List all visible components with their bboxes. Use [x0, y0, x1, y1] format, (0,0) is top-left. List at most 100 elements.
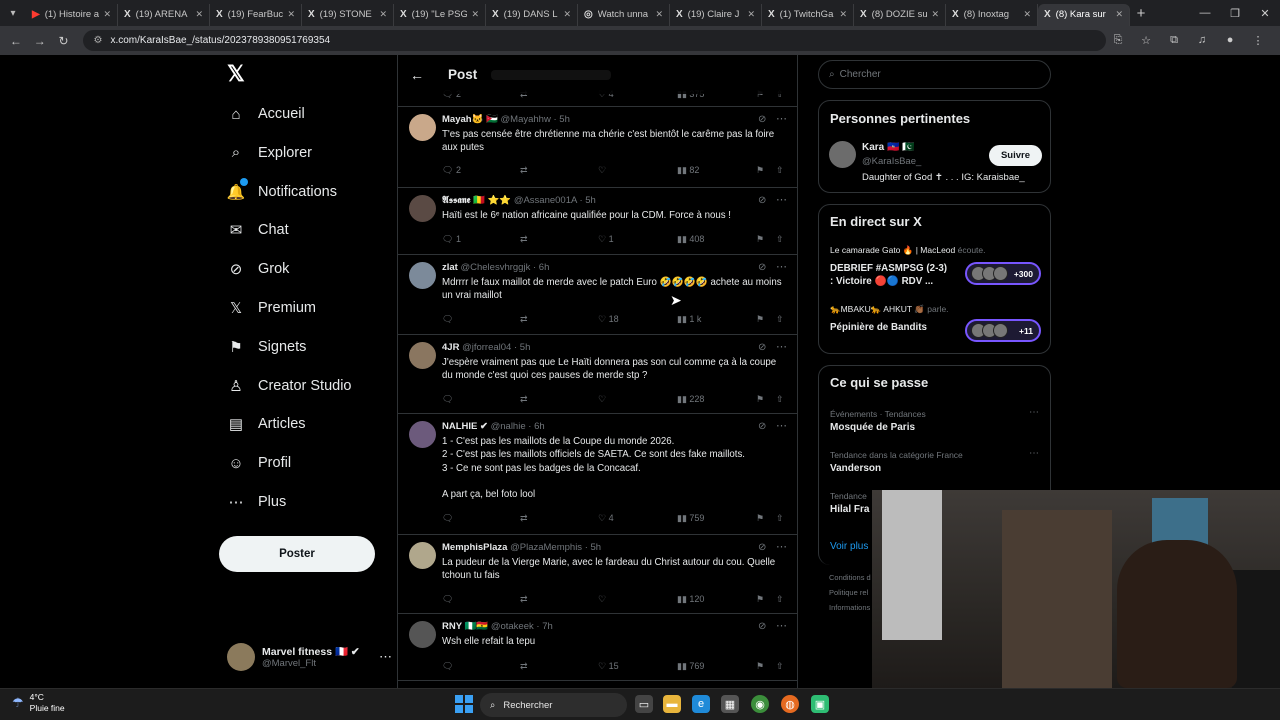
chrome-icon[interactable]: ◉: [751, 695, 769, 713]
sidebar-item[interactable]: ▤ Articles: [226, 409, 306, 439]
task-view-icon[interactable]: ▭: [635, 695, 653, 713]
tab-close-icon[interactable]: ✕: [195, 9, 203, 20]
views-icon[interactable]: ▮▮ 1 k: [677, 314, 701, 325]
reply-icon[interactable]: 🗨: [442, 314, 453, 325]
grok-icon[interactable]: ⊘: [758, 114, 766, 125]
forward-arrow-icon[interactable]: →: [28, 34, 52, 48]
browser-tab[interactable]: X (8) Inoxtag ✕: [946, 3, 1038, 26]
like-icon[interactable]: ♡: [598, 394, 606, 405]
author-handle[interactable]: @PlazaMemphis: [510, 542, 582, 553]
footer-link[interactable]: Conditions d: [829, 570, 871, 585]
tab-close-icon[interactable]: ✕: [1115, 9, 1123, 20]
user-name[interactable]: Kara 🇭🇹 🇵🇰: [862, 142, 915, 153]
tweet-time[interactable]: 5h: [585, 195, 596, 206]
browser-tab[interactable]: X (19) Claire J ✕: [670, 3, 762, 26]
bookmark-icon[interactable]: ⚑: [756, 594, 764, 605]
retweet-icon[interactable]: ⇄: [520, 513, 528, 524]
sidebar-item[interactable]: ⊘ Grok: [226, 254, 290, 284]
views-icon[interactable]: ▮▮ 228: [677, 394, 704, 405]
space-listeners-pill[interactable]: +300: [965, 262, 1041, 285]
post-button[interactable]: Poster: [219, 536, 375, 572]
tweet-reply[interactable]: RNY 🇳🇬🇬🇭 @otakeek · 7h ⊘ ⋯ Wsh elle refait …: [398, 615, 797, 681]
author-name[interactable]: zlat: [442, 262, 458, 273]
tweet-time[interactable]: 5h: [520, 342, 531, 353]
tweet-reply[interactable]: 𝕬𝖘𝖘𝖆𝖓𝖊 🇲🇱 ⭐⭐ @Assane001A · 5h ⊘ ⋯ Haïti est…: [398, 189, 797, 255]
reply-icon[interactable]: 🗨 2: [442, 165, 461, 176]
install-app-icon[interactable]: ⎘: [1106, 34, 1130, 47]
file-explorer-icon[interactable]: ▬: [663, 695, 681, 713]
author-name[interactable]: MemphisPlaza: [442, 542, 507, 553]
author-handle[interactable]: @Assane001A: [514, 195, 577, 206]
reply-icon[interactable]: 🗨: [442, 513, 453, 524]
more-options-icon[interactable]: ⋯: [776, 193, 787, 206]
browser-tab[interactable]: ▶ (1) Histoire a ✕: [26, 3, 118, 26]
sidebar-item[interactable]: 🔔 Notifications: [226, 177, 337, 207]
author-name[interactable]: Mayah🐱 🇯🇴: [442, 114, 498, 125]
minimize-icon[interactable]: —: [1190, 0, 1220, 26]
more-options-icon[interactable]: ⋯: [776, 260, 787, 273]
avatar[interactable]: [829, 141, 856, 168]
more-options-icon[interactable]: ⋯: [776, 540, 787, 553]
browser-tab[interactable]: X (19) STONE ✕: [302, 3, 394, 26]
profile-icon[interactable]: ●: [1218, 34, 1242, 47]
author-name[interactable]: NALHIE ✔: [442, 421, 488, 432]
weather-widget[interactable]: ☂ 4°C Pluie fine: [12, 692, 65, 714]
tab-close-icon[interactable]: ✕: [563, 9, 571, 20]
tab-close-icon[interactable]: ✕: [655, 9, 663, 20]
tab-close-icon[interactable]: ✕: [103, 9, 111, 20]
share-icon[interactable]: ⇧: [776, 234, 784, 245]
browser-tab[interactable]: ◎ Watch unna ✕: [578, 3, 670, 26]
avatar[interactable]: [409, 342, 436, 369]
grok-icon[interactable]: ⊘: [758, 542, 766, 553]
like-icon[interactable]: ♡ 18: [598, 314, 619, 325]
sidebar-item[interactable]: ⚑ Signets: [226, 332, 306, 362]
browser-tab[interactable]: X (19) "Le PSG ✕: [394, 3, 486, 26]
avatar[interactable]: [409, 114, 436, 141]
sidebar-item[interactable]: ☺ Profil: [226, 448, 291, 478]
tab-close-icon[interactable]: ✕: [287, 9, 295, 20]
tweet-reply[interactable]: MemphisPlaza @PlazaMemphis · 5h ⊘ ⋯ La pude…: [398, 536, 797, 614]
browser-tab[interactable]: X (19) ARENA ✕: [118, 3, 210, 26]
windows-start-icon[interactable]: [455, 695, 473, 713]
more-options-icon[interactable]: ⋯: [776, 619, 787, 632]
views-icon[interactable]: ▮▮ 120: [677, 594, 704, 605]
avatar[interactable]: [409, 421, 436, 448]
share-icon[interactable]: ⇧: [776, 513, 784, 524]
grok-icon[interactable]: ⊘: [758, 195, 766, 206]
share-icon[interactable]: ⇧: [776, 165, 784, 176]
bookmark-icon[interactable]: ⚑: [756, 165, 764, 176]
tweet-time[interactable]: 6h: [539, 262, 550, 273]
tweet-reply[interactable]: Mayah🐱 🇯🇴 @Mayahhw · 5h ⊘ ⋯ T'es pas censée…: [398, 108, 797, 188]
store-icon[interactable]: ▦: [721, 695, 739, 713]
sidebar-item[interactable]: ⌂ Accueil: [226, 99, 304, 129]
views-icon[interactable]: ▮▮ 82: [677, 165, 699, 176]
author-handle[interactable]: @Mayahhw: [501, 114, 551, 125]
sidebar-item[interactable]: ♙ Creator Studio: [226, 371, 351, 401]
more-options-icon[interactable]: ⋯: [776, 112, 787, 125]
avatar[interactable]: [409, 621, 436, 648]
new-tab-button[interactable]: +: [1130, 5, 1152, 22]
search-input[interactable]: ⌕ Chercher: [818, 60, 1051, 89]
reply-icon[interactable]: 🗨: [442, 661, 453, 672]
retweet-icon[interactable]: ⇄: [520, 234, 528, 245]
retweet-icon[interactable]: ⇄: [520, 394, 528, 405]
sidebar-item[interactable]: 𝕏 Premium: [226, 293, 316, 323]
maximize-icon[interactable]: ❐: [1220, 0, 1250, 26]
share-icon[interactable]: ⇧: [776, 394, 784, 405]
reply-icon[interactable]: 🗨: [442, 394, 453, 405]
share-icon[interactable]: ⇧: [776, 594, 784, 605]
more-options-icon[interactable]: ⋯: [776, 419, 787, 432]
author-handle[interactable]: @otakeek: [491, 621, 534, 632]
bookmark-icon[interactable]: ⚑: [756, 234, 764, 245]
tweet-reply[interactable]: NALHIE ✔ @nalhie · 6h ⊘ ⋯ 1 - C'est pas les…: [398, 415, 797, 535]
author-name[interactable]: 𝕬𝖘𝖘𝖆𝖓𝖊 🇲🇱 ⭐⭐: [442, 195, 511, 206]
tweet-reply[interactable]: 4JR @jforreal04 · 5h ⊘ ⋯ J'espère vraiment …: [398, 336, 797, 414]
avatar[interactable]: [409, 542, 436, 569]
like-icon[interactable]: ♡: [598, 165, 606, 176]
taskbar-search[interactable]: ⌕ Rechercher: [480, 693, 627, 717]
site-info-icon[interactable]: ⚙: [93, 35, 102, 46]
browser-tab[interactable]: X (8) Kara sur ✕: [1038, 3, 1130, 26]
bookmark-icon[interactable]: ⚑: [756, 661, 764, 672]
reply-icon[interactable]: 🗨 1: [442, 234, 461, 245]
bookmark-icon[interactable]: ⚑: [756, 394, 764, 405]
